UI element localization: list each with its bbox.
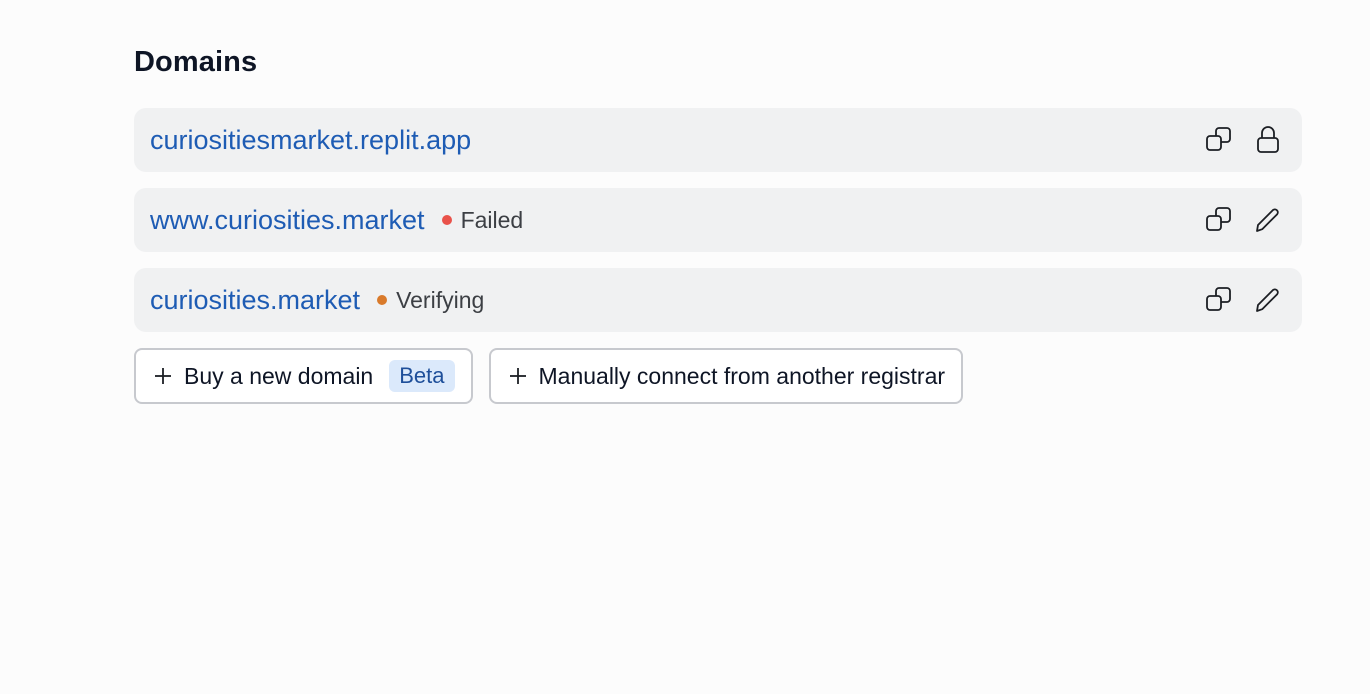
domain-actions: Buy a new domain Beta Manually connect f… — [134, 348, 1302, 404]
beta-badge: Beta — [389, 360, 455, 392]
copy-icon[interactable] — [1202, 122, 1238, 158]
domain-link[interactable]: curiositiesmarket.replit.app — [150, 125, 471, 156]
status-failed-dot — [441, 215, 452, 225]
lock-icon[interactable] — [1250, 122, 1286, 158]
domain-row: curiositiesmarket.replit.app — [134, 108, 1302, 172]
status-label: Failed — [460, 206, 524, 233]
manual-connect-label: Manually connect from another registrar — [538, 362, 946, 389]
buy-domain-button[interactable]: Buy a new domain Beta — [134, 348, 473, 404]
status-indicator: Verifying — [377, 287, 484, 314]
pencil-icon[interactable] — [1250, 202, 1286, 238]
status-verifying-dot — [377, 295, 388, 305]
status-indicator: Failed — [441, 206, 524, 234]
domain-link[interactable]: curiosities.market — [150, 285, 360, 316]
domain-row: www.curiosities.market Failed — [134, 188, 1302, 252]
domains-panel: Domains curiositiesmarket.replit.app www… — [134, 40, 1302, 404]
domain-link[interactable]: www.curiosities.market — [150, 205, 425, 236]
domain-row: curiosities.market Verifying — [134, 268, 1302, 332]
status-label: Verifying — [396, 286, 485, 313]
copy-icon[interactable] — [1202, 202, 1238, 238]
pencil-icon[interactable] — [1250, 282, 1286, 318]
copy-icon[interactable] — [1202, 282, 1238, 318]
plus-icon — [154, 367, 172, 385]
plus-icon — [509, 367, 527, 385]
buy-domain-label: Buy a new domain — [184, 362, 374, 389]
manual-connect-button[interactable]: Manually connect from another registrar — [488, 348, 964, 404]
section-title: Domains — [134, 46, 258, 78]
